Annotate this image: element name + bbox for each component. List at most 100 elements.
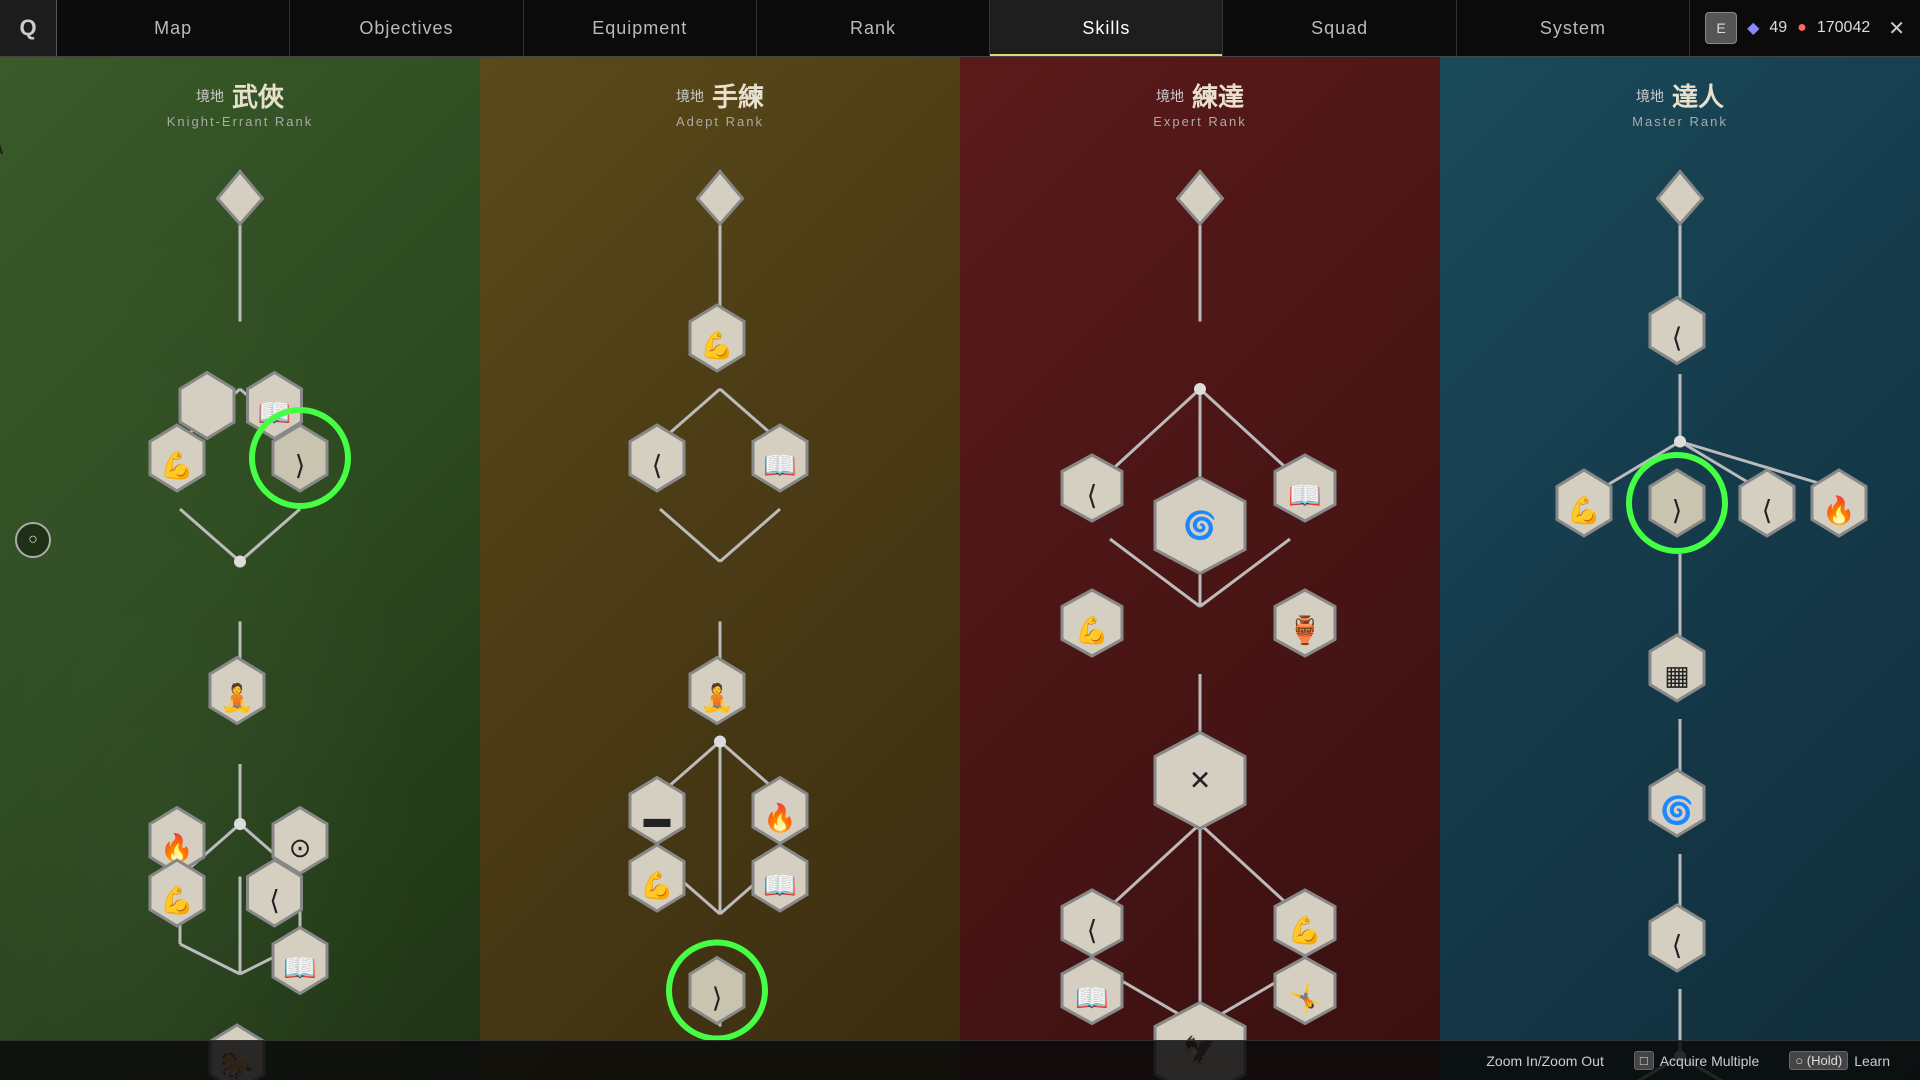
bottom-bar: Zoom In/Zoom Out □ Acquire Multiple ○ (H… xyxy=(0,1040,1920,1080)
knight-prefix: 境地 xyxy=(196,86,224,106)
knight-node-4b[interactable]: ⟨ xyxy=(248,860,302,926)
learn-hint: ○ (Hold) Learn xyxy=(1789,1051,1890,1070)
diamond-count: 49 xyxy=(1769,19,1787,37)
svg-text:💪: 💪 xyxy=(1288,915,1322,946)
knight-node-2b-selected[interactable]: ⟩ xyxy=(273,425,327,491)
knight-node-2a[interactable]: 💪 xyxy=(150,425,204,491)
expert-node-4a[interactable]: 📖 xyxy=(1062,958,1122,1024)
svg-text:🏺: 🏺 xyxy=(1288,615,1322,646)
master-rank-label: Master Rank xyxy=(1632,114,1728,129)
adept-node-center[interactable]: 🧘 xyxy=(690,658,744,724)
svg-text:⟨: ⟨ xyxy=(1672,323,1683,353)
knight-node-1a[interactable]: ⟨ xyxy=(0,139,234,439)
nav-tab-rank[interactable]: Rank xyxy=(757,0,990,56)
adept-skill-tree: 💪 ⟨ 📖 🧘 ▬ xyxy=(480,139,960,1080)
svg-text:💪: 💪 xyxy=(1567,495,1601,526)
expert-prefix: 境地 xyxy=(1156,86,1184,106)
svg-text:⟨: ⟨ xyxy=(1672,931,1683,961)
expert-node-center[interactable]: 🌀 xyxy=(1155,478,1245,574)
nav-tab-objectives[interactable]: Objectives xyxy=(290,0,523,56)
svg-text:📖: 📖 xyxy=(1075,983,1109,1013)
svg-text:📖: 📖 xyxy=(763,451,797,481)
svg-text:⊙: ⊙ xyxy=(289,833,312,863)
svg-text:⟨: ⟨ xyxy=(652,451,663,481)
expert-node-3a[interactable]: ⟨ xyxy=(1062,890,1122,956)
adept-tree-svg: 💪 ⟨ 📖 🧘 ▬ xyxy=(480,139,960,1080)
adept-name: 手練 xyxy=(712,77,764,114)
master-node-r2[interactable]: ▦ xyxy=(1650,635,1704,701)
adept-column: 境地 手練 Adept Rank xyxy=(480,57,960,1080)
svg-text:⟨: ⟨ xyxy=(1087,916,1098,946)
knight-skill-tree: ⟨ 📖 💪 ⟩ xyxy=(0,139,480,1080)
knight-tree-svg: ⟨ 📖 💪 ⟩ xyxy=(0,139,480,1080)
adept-rank-label: Adept Rank xyxy=(676,114,764,129)
top-navigation: Q MapObjectivesEquipmentRankSkillsSquadS… xyxy=(0,0,1920,57)
svg-text:🧘: 🧘 xyxy=(700,682,734,713)
adept-node-2b[interactable]: 🔥 xyxy=(753,778,807,844)
close-button[interactable]: ✕ xyxy=(1888,16,1905,41)
master-node-selected[interactable]: ⟩ xyxy=(1650,470,1704,536)
expert-node-4b[interactable]: 🤸 xyxy=(1275,958,1335,1024)
expert-node-1b[interactable]: 📖 xyxy=(1275,455,1335,521)
master-node-side-c[interactable]: 🔥 xyxy=(1812,470,1866,536)
zoom-hint: Zoom In/Zoom Out xyxy=(1486,1053,1603,1069)
e-button[interactable]: E xyxy=(1705,12,1737,44)
master-node-r4[interactable]: ⟨ xyxy=(1650,905,1704,971)
adept-prefix: 境地 xyxy=(676,86,704,106)
nav-tab-map[interactable]: Map xyxy=(57,0,290,56)
svg-text:🌀: 🌀 xyxy=(1660,794,1694,826)
zoom-hint-text: Zoom In/Zoom Out xyxy=(1486,1053,1603,1069)
knight-node-4a[interactable]: 💪 xyxy=(150,860,204,926)
logo-button[interactable]: Q xyxy=(0,0,57,56)
adept-node-top[interactable]: 💪 xyxy=(690,305,744,371)
svg-text:💪: 💪 xyxy=(160,450,194,481)
adept-node-1b[interactable]: 📖 xyxy=(753,425,807,491)
master-node-r3[interactable]: 🌀 xyxy=(1650,770,1704,836)
expert-node-2a[interactable]: 💪 xyxy=(1062,590,1122,656)
expert-node-cross[interactable]: ✕ xyxy=(1155,733,1245,829)
acquire-hint-text: Acquire Multiple xyxy=(1660,1053,1760,1069)
back-button[interactable]: ○ xyxy=(15,522,51,558)
knight-errant-column: 境地 武俠 Knight-Errant Rank xyxy=(0,57,480,1080)
expert-node-2b[interactable]: 🏺 xyxy=(1275,590,1335,656)
master-node-top[interactable]: ⟨ xyxy=(1650,298,1704,364)
expert-node-1a[interactable]: ⟨ xyxy=(1062,455,1122,521)
master-column: 境地 達人 Master Rank xyxy=(1440,57,1920,1080)
svg-text:▦: ▦ xyxy=(1664,661,1690,691)
svg-text:📖: 📖 xyxy=(283,953,317,983)
svg-text:💪: 💪 xyxy=(160,885,194,916)
svg-text:⟩: ⟩ xyxy=(712,983,723,1013)
nav-tab-skills[interactable]: Skills xyxy=(990,0,1223,56)
svg-text:🌀: 🌀 xyxy=(1183,509,1217,541)
knight-rank-label: Knight-Errant Rank xyxy=(167,114,314,129)
nav-tab-squad[interactable]: Squad xyxy=(1223,0,1456,56)
svg-text:⟩: ⟩ xyxy=(1672,496,1683,526)
master-header: 境地 達人 Master Rank xyxy=(1632,77,1728,129)
expert-node-3b[interactable]: 💪 xyxy=(1275,890,1335,956)
expert-diamond-top xyxy=(1178,172,1223,225)
learn-key: ○ (Hold) xyxy=(1789,1051,1848,1070)
svg-text:🧘: 🧘 xyxy=(220,682,254,713)
adept-node-1a[interactable]: ⟨ xyxy=(630,425,684,491)
knight-node-center[interactable]: 🧘 xyxy=(210,658,264,724)
nav-tab-system[interactable]: System xyxy=(1457,0,1690,56)
adept-node-3a[interactable]: 💪 xyxy=(630,845,684,911)
svg-text:🤸: 🤸 xyxy=(1288,982,1322,1013)
nav-tabs: MapObjectivesEquipmentRankSkillsSquadSys… xyxy=(57,0,1690,56)
knight-node-4c[interactable]: 📖 xyxy=(273,928,327,994)
learn-hint-text: Learn xyxy=(1854,1053,1890,1069)
svg-text:✕: ✕ xyxy=(1189,766,1212,796)
adept-node-3b[interactable]: 📖 xyxy=(753,845,807,911)
expert-skill-tree: 🌀 ⟨ 📖 💪 🏺 xyxy=(960,139,1440,1080)
svg-text:▬: ▬ xyxy=(644,803,671,833)
master-node-side-a[interactable]: 💪 xyxy=(1557,470,1611,536)
adept-node-selected[interactable]: ⟩ xyxy=(690,958,744,1024)
svg-text:⟨: ⟨ xyxy=(269,886,280,916)
svg-text:💪: 💪 xyxy=(640,870,674,901)
svg-text:🔥: 🔥 xyxy=(763,802,797,833)
adept-node-2a[interactable]: ▬ xyxy=(630,778,684,844)
master-node-side-b[interactable]: ⟨ xyxy=(1740,470,1794,536)
nav-tab-equipment[interactable]: Equipment xyxy=(524,0,757,56)
master-name: 達人 xyxy=(1672,77,1724,114)
adept-diamond-top xyxy=(698,172,743,225)
